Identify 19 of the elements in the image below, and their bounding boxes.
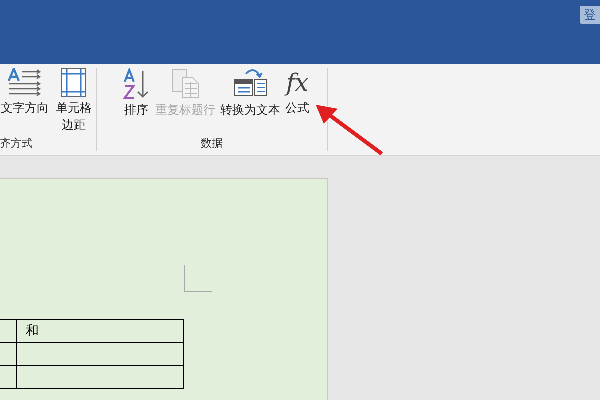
- sort-icon: [122, 68, 150, 100]
- login-button[interactable]: 登: [580, 6, 600, 24]
- table-cell: 和: [16, 320, 184, 342]
- text-direction-icon: [7, 68, 43, 98]
- margin-corner-mark: [184, 265, 212, 293]
- text-direction-button[interactable]: 文字方向: [0, 68, 50, 136]
- table-copy-icon: [170, 68, 200, 100]
- table-cell: [0, 320, 16, 342]
- table-cell: [0, 366, 16, 388]
- pointer-arrow: [314, 104, 384, 156]
- convert-button[interactable]: 转换为文本: [220, 68, 282, 136]
- cell-margins-button[interactable]: 单元格边距: [54, 68, 94, 136]
- formula-button[interactable]: fx 公式: [284, 68, 310, 136]
- table-cell: [0, 342, 16, 366]
- group-label: 齐方式: [0, 136, 33, 151]
- cell-margins-icon: [61, 68, 87, 98]
- group-label: 数据: [201, 136, 223, 151]
- formula-icon: fx: [286, 68, 309, 98]
- sort-button[interactable]: 排序: [122, 68, 152, 136]
